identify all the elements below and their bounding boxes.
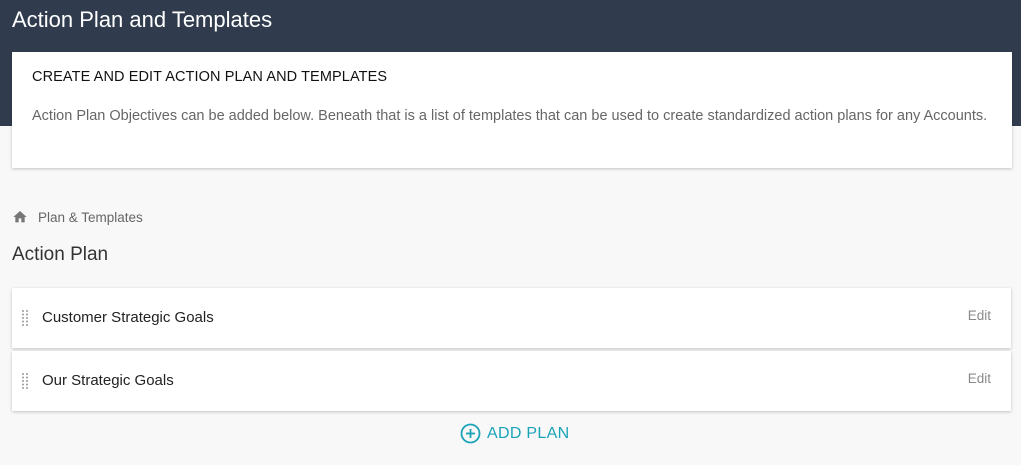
plan-row[interactable]: Customer Strategic Goals Edit [12, 288, 1011, 348]
drag-handle-icon[interactable] [21, 309, 29, 327]
add-circle-icon [460, 423, 481, 444]
breadcrumb-label[interactable]: Plan & Templates [38, 210, 143, 225]
section-title: Action Plan [12, 244, 109, 265]
plan-label: Our Strategic Goals [42, 372, 174, 389]
plan-row[interactable]: Our Strategic Goals Edit [12, 351, 1011, 411]
add-plan-label: ADD PLAN [487, 424, 570, 442]
plan-list: Customer Strategic Goals Edit Our Strate… [12, 288, 1011, 414]
intro-description: Action Plan Objectives can be added belo… [32, 108, 988, 124]
drag-handle-icon[interactable] [21, 372, 29, 390]
plan-label: Customer Strategic Goals [42, 309, 214, 326]
breadcrumb: Plan & Templates [12, 209, 143, 225]
edit-button[interactable]: Edit [968, 370, 991, 388]
page-title: Action Plan and Templates [12, 7, 273, 32]
intro-card: CREATE AND EDIT ACTION PLAN AND TEMPLATE… [12, 52, 1012, 168]
home-icon[interactable] [12, 209, 28, 225]
intro-heading: CREATE AND EDIT ACTION PLAN AND TEMPLATE… [32, 69, 388, 85]
add-plan-button[interactable]: ADD PLAN [460, 423, 569, 444]
edit-button[interactable]: Edit [968, 307, 991, 325]
